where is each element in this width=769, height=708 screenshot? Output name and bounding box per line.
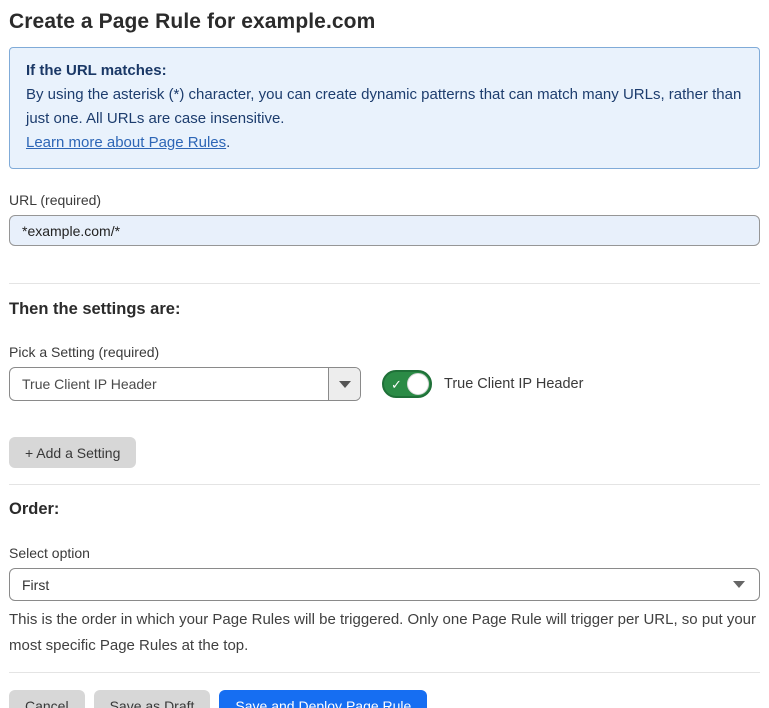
page-title: Create a Page Rule for example.com xyxy=(9,10,760,34)
url-input[interactable] xyxy=(9,215,760,246)
learn-more-link[interactable]: Learn more about Page Rules xyxy=(26,134,226,151)
section-divider xyxy=(9,484,760,485)
info-box-heading: If the URL matches: xyxy=(26,59,743,83)
order-section-heading: Order: xyxy=(9,500,760,519)
url-match-info-box: If the URL matches: By using the asteris… xyxy=(9,47,760,169)
info-box-link-line: Learn more about Page Rules. xyxy=(26,131,743,155)
settings-section-heading: Then the settings are: xyxy=(9,300,760,319)
setting-row: True Client IP Header ✓ True Client IP H… xyxy=(9,367,760,401)
chevron-down-icon xyxy=(733,581,745,588)
add-setting-button[interactable]: + Add a Setting xyxy=(9,437,136,468)
setting-select[interactable]: True Client IP Header xyxy=(9,367,361,401)
form-actions: Cancel Save as Draft Save and Deploy Pag… xyxy=(9,690,760,708)
footer-divider xyxy=(9,672,760,673)
order-select-value: First xyxy=(22,577,49,593)
save-and-deploy-button[interactable]: Save and Deploy Page Rule xyxy=(219,690,427,708)
link-period: . xyxy=(226,134,230,151)
page-rule-form: Create a Page Rule for example.com If th… xyxy=(0,0,769,708)
section-divider xyxy=(9,283,760,284)
checkmark-icon: ✓ xyxy=(391,378,402,391)
toggle-knob xyxy=(407,373,429,395)
order-select-label: Select option xyxy=(9,545,760,561)
setting-select-arrow-button[interactable] xyxy=(328,368,360,400)
true-client-ip-toggle[interactable]: ✓ xyxy=(382,370,432,398)
order-select[interactable]: First xyxy=(9,568,760,601)
toggle-label: True Client IP Header xyxy=(444,376,583,392)
info-box-body: By using the asterisk (*) character, you… xyxy=(26,83,743,131)
setting-select-value: True Client IP Header xyxy=(10,368,328,400)
cancel-button[interactable]: Cancel xyxy=(9,690,85,708)
save-as-draft-button[interactable]: Save as Draft xyxy=(94,690,211,708)
pick-setting-label: Pick a Setting (required) xyxy=(9,344,760,360)
chevron-down-icon xyxy=(339,381,351,388)
url-field-label: URL (required) xyxy=(9,192,760,208)
order-help-text: This is the order in which your Page Rul… xyxy=(9,607,760,659)
